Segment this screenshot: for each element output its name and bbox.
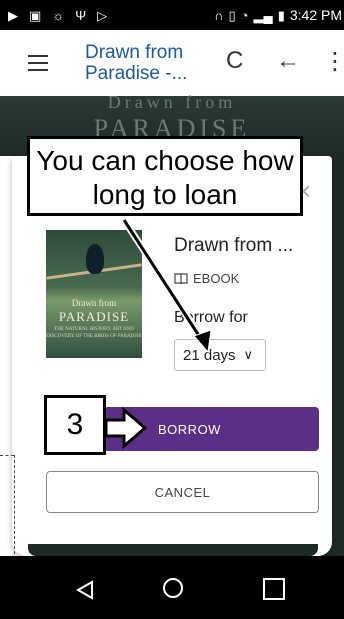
- step-number-box: 3: [44, 395, 106, 455]
- annotation-callout: You can choose how long to loan: [27, 136, 303, 216]
- annotation-arrows: [104, 218, 212, 450]
